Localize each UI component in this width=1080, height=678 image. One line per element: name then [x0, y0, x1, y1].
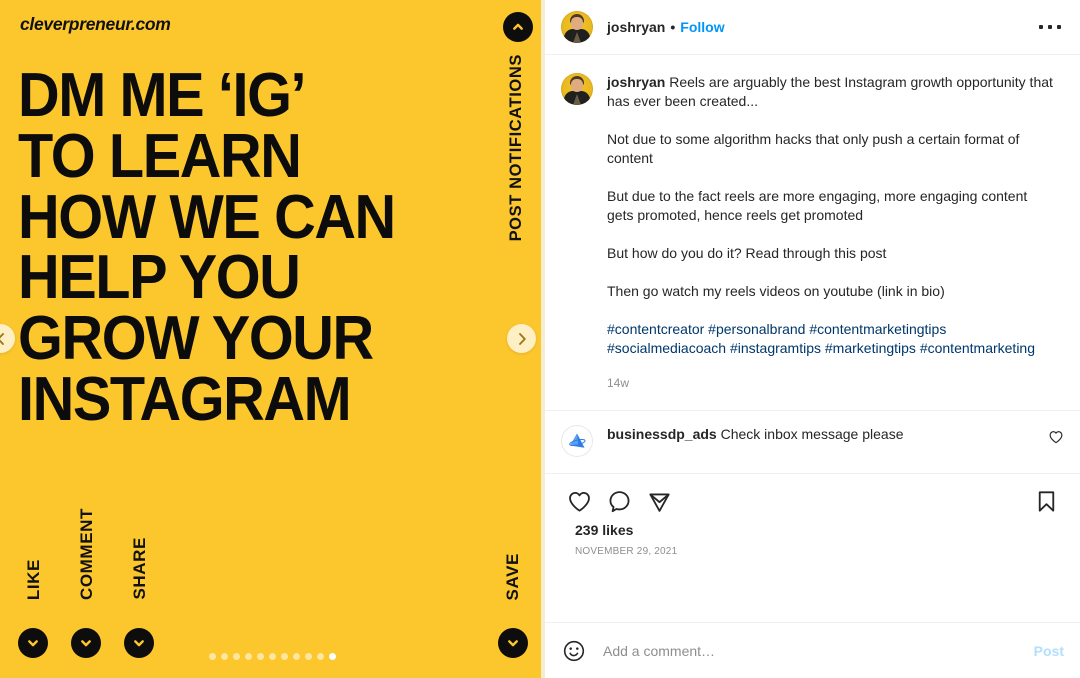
post-author-username[interactable]: joshryan — [607, 19, 665, 35]
caption-intro: Reels are arguably the best Instagram gr… — [607, 74, 1053, 109]
add-comment-bar: Post — [545, 622, 1080, 678]
comment-input[interactable] — [603, 642, 1034, 659]
post-notifications-label: POST NOTIFICATIONS — [507, 54, 525, 242]
caption-text-column: joshryan Reels are arguably the best Ins… — [607, 73, 1064, 410]
share-paper-plane-icon — [648, 493, 670, 512]
comment-bubble-icon — [609, 490, 629, 512]
headline-line: GROW YOUR — [18, 304, 374, 373]
caption-paragraph: But due to the fact reels are more engag… — [607, 188, 1028, 223]
comment-username[interactable]: businessdp_ads — [607, 426, 717, 442]
post-comment-button[interactable]: Post — [1034, 643, 1064, 659]
media-headline: DM ME ‘IG’ TO LEARN HOW WE CAN HELP YOU … — [18, 61, 455, 434]
post-scroll-area[interactable]: joshryan Reels are arguably the best Ins… — [545, 55, 1080, 622]
comment-text: businessdp_ads Check inbox message pleas… — [607, 425, 1048, 444]
caption-timestamp: 14w — [607, 376, 630, 390]
carousel-dot[interactable] — [257, 653, 264, 660]
carousel-dot[interactable] — [209, 653, 216, 660]
caption-paragraph: Not due to some algorithm hacks that onl… — [607, 131, 1020, 166]
caption-username[interactable]: joshryan — [607, 74, 665, 90]
list-item: businessdp_ads Check inbox message pleas… — [545, 411, 1080, 474]
carousel-dots[interactable] — [0, 653, 545, 660]
comment-like-button[interactable] — [1048, 425, 1064, 450]
carousel-dot[interactable] — [233, 653, 240, 660]
carousel-dot[interactable] — [281, 653, 288, 660]
instagram-post-view: cleverpreneur.com DM ME ‘IG’ TO LEARN HO… — [0, 0, 1080, 678]
cta-label-comment: COMMENT — [77, 507, 96, 600]
chevron-left-icon — [0, 332, 4, 345]
avatar[interactable] — [561, 425, 593, 457]
comment-button[interactable] — [599, 481, 639, 521]
brand-triangle-icon — [569, 433, 586, 448]
cta-label-save: SAVE — [503, 552, 522, 600]
post-media-carousel[interactable]: cleverpreneur.com DM ME ‘IG’ TO LEARN HO… — [0, 0, 545, 678]
brand-watermark: cleverpreneur.com — [20, 14, 171, 34]
heart-icon — [1049, 431, 1063, 444]
avatar[interactable] — [561, 73, 593, 105]
caption-first-line: joshryan Reels are arguably the best Ins… — [607, 73, 1056, 111]
comment-list: businessdp_ads Check inbox message pleas… — [545, 410, 1080, 474]
bookmark-icon — [1038, 490, 1054, 512]
post-details-panel: joshryan • Follow joshryan Reels are arg… — [545, 0, 1080, 678]
more-options-icon[interactable] — [1036, 13, 1064, 41]
carousel-dot[interactable] — [269, 653, 276, 660]
avatar-face — [571, 17, 583, 30]
headline-line: HELP YOU — [18, 243, 301, 313]
chevron-right-icon — [518, 332, 526, 345]
separator-dot: • — [670, 19, 676, 35]
likes-count[interactable]: 239 likes — [559, 522, 1066, 538]
post-actions: 239 likes NOVEMBER 29, 2021 — [545, 474, 1080, 557]
chevron-up-circle-icon — [503, 12, 533, 42]
carousel-dot[interactable] — [305, 653, 312, 660]
carousel-prev-button[interactable] — [0, 324, 15, 353]
carousel-dot[interactable] — [245, 653, 252, 660]
emoji-smiley-icon[interactable] — [561, 638, 587, 664]
cta-label-like: LIKE — [24, 558, 43, 600]
post-date: NOVEMBER 29, 2021 — [575, 546, 678, 557]
carousel-dot[interactable] — [329, 653, 336, 660]
post-header: joshryan • Follow — [545, 0, 1080, 55]
headline-line: TO LEARN — [18, 121, 302, 191]
avatar[interactable] — [561, 11, 593, 43]
headline-line: DM ME ‘IG’ — [18, 61, 307, 130]
carousel-dot[interactable] — [317, 653, 324, 660]
caption-hashtags[interactable]: #contentcreator #personalbrand #contentm… — [607, 320, 1056, 358]
carousel-next-button[interactable] — [507, 324, 536, 353]
like-button[interactable] — [559, 481, 599, 521]
save-button[interactable] — [1026, 481, 1066, 521]
avatar-face — [571, 79, 583, 92]
follow-button[interactable]: Follow — [680, 19, 724, 35]
caption-paragraph: Then go watch my reels videos on youtube… — [607, 283, 945, 299]
action-icon-row — [559, 480, 1066, 522]
caption-block: joshryan Reels are arguably the best Ins… — [545, 55, 1080, 410]
share-button[interactable] — [639, 481, 679, 521]
cta-label-share: SHARE — [130, 537, 149, 600]
headline-line: INSTAGRAM — [18, 364, 352, 434]
heart-icon — [568, 491, 590, 512]
carousel-dot[interactable] — [293, 653, 300, 660]
caption-paragraph: But how do you do it? Read through this … — [607, 245, 887, 261]
carousel-dot[interactable] — [221, 653, 228, 660]
comment-message: Check inbox message please — [720, 426, 904, 442]
headline-line: HOW WE CAN — [18, 182, 396, 252]
